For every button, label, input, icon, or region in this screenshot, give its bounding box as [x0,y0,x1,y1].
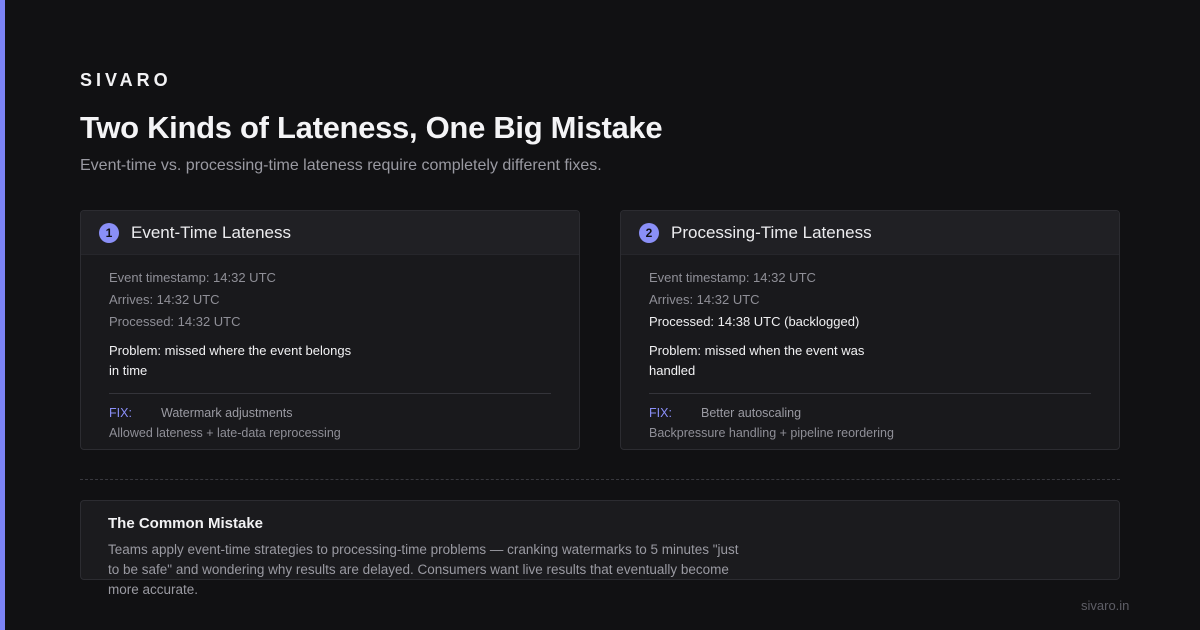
problem-text: Problem: missed when the event was handl… [649,343,865,378]
processing-time-card: 2 Processing-Time Lateness Event timesta… [620,210,1120,450]
page-subtitle: Event-time vs. processing-time lateness … [80,157,602,174]
card-header: 2 Processing-Time Lateness [621,211,1119,255]
footer-url: sivaro.in [1081,598,1130,613]
processed-line: Processed: 14:32 UTC [109,314,241,329]
card-header: 1 Event-Time Lateness [81,211,579,255]
brand-logo: SIVARO [80,70,172,90]
divider [649,393,1091,394]
fix-extra: Allowed lateness + late-data reprocessin… [109,426,341,440]
number-badge: 1 [99,222,119,243]
number-badge: 2 [639,222,659,243]
fix-row: FIX: Watermark adjustments [109,405,551,421]
accent-bar [0,0,5,630]
fix-label: FIX: [109,406,132,420]
card-title: Processing-Time Lateness [671,222,872,242]
fix-main: Watermark adjustments [161,406,293,420]
mistake-title: The Common Mistake [108,515,264,532]
fix-main: Better autoscaling [701,406,802,420]
card-body: Event timestamp: 14:32 UTC Arrives: 14:3… [81,255,579,441]
card-title: Event-Time Lateness [131,222,291,242]
divider [109,393,551,394]
event-time-card: 1 Event-Time Lateness Event timestamp: 1… [80,210,580,450]
arrives-line: Arrives: 14:32 UTC [649,292,760,307]
arrives-line: Arrives: 14:32 UTC [109,292,220,307]
mistake-body: Teams apply event-time strategies to pro… [108,542,739,597]
fix-row: FIX: Better autoscaling [649,405,1091,421]
slide: SIVARO Two Kinds of Lateness, One Big Mi… [0,0,1200,630]
event-timestamp-line: Event timestamp: 14:32 UTC [109,270,276,285]
page-title: Two Kinds of Lateness, One Big Mistake [80,110,663,145]
card-body: Event timestamp: 14:32 UTC Arrives: 14:3… [621,255,1119,441]
fix-extra: Backpressure handling + pipeline reorder… [649,426,894,440]
problem-text: Problem: missed where the event belongs … [109,343,352,378]
event-timestamp-line: Event timestamp: 14:32 UTC [649,270,816,285]
processed-line: Processed: 14:38 UTC (backlogged) [649,314,860,329]
fix-label: FIX: [649,406,672,420]
dashed-divider [80,479,1120,480]
